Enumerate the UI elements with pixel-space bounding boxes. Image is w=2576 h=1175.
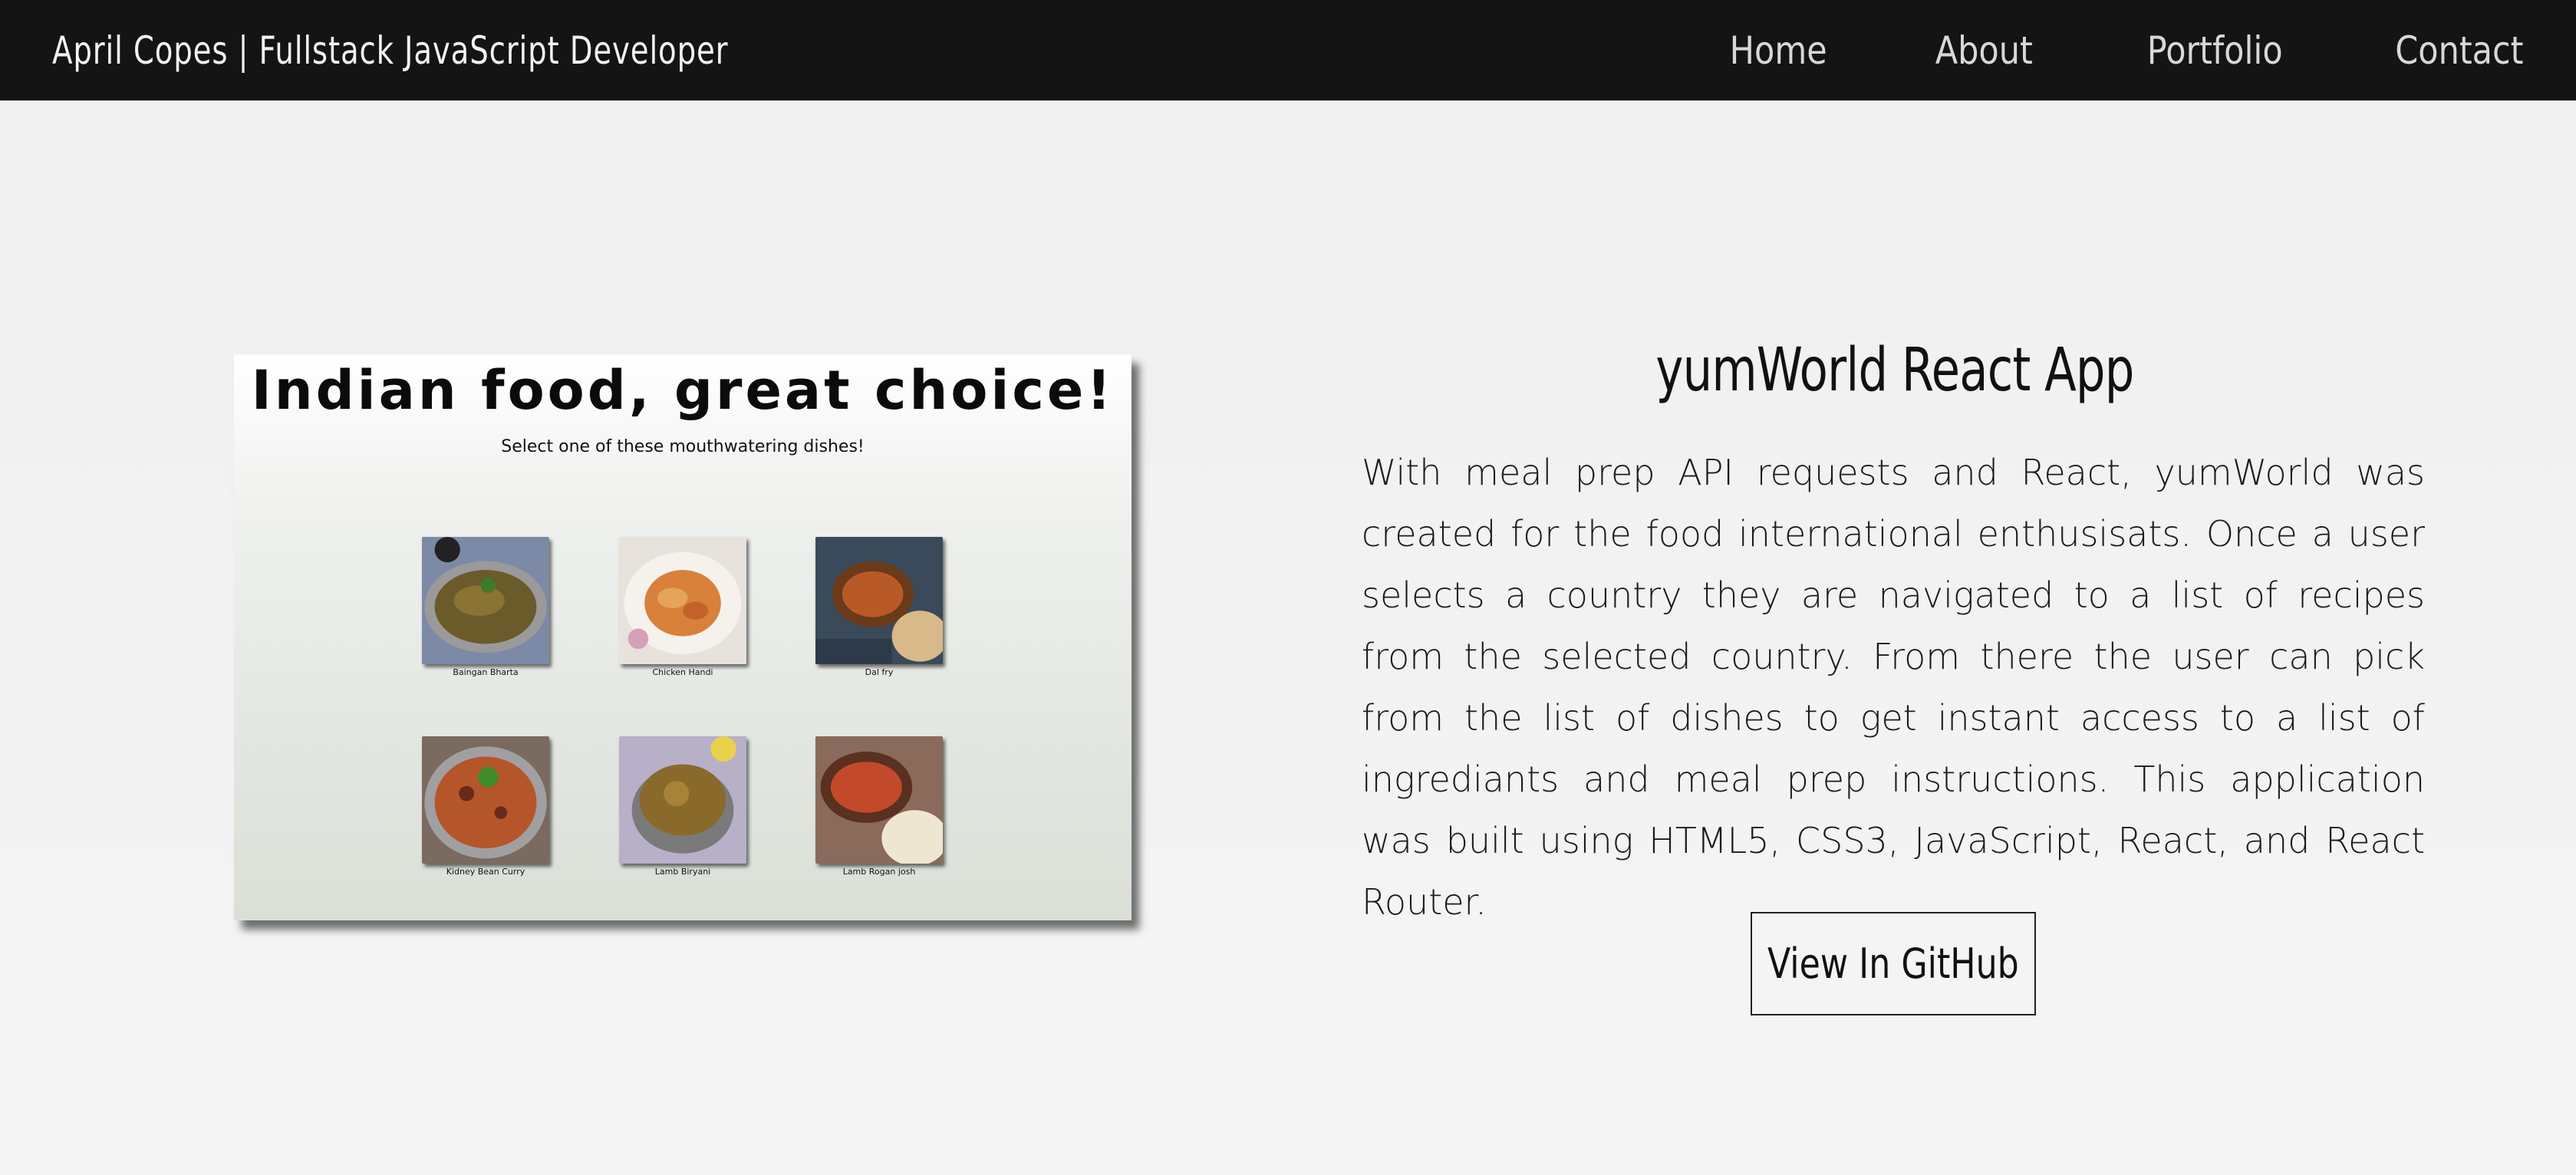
dish-name: Dal fry	[865, 667, 894, 677]
dish-name: Lamb Biryani	[654, 867, 711, 877]
preview-subheading: Select one of these mouthwatering dishes…	[501, 437, 865, 456]
dish-name: Lamb Rogan josh	[842, 867, 916, 877]
project-preview-image: Indian food, great choice! Select one of…	[234, 354, 1132, 920]
view-github-button-label: View In GitHub	[1767, 940, 2019, 988]
project-title: yumWorld React App	[1655, 336, 2134, 405]
nav-links: Home About Portfolio Contact	[1622, 28, 2524, 73]
nav-link-about[interactable]: About	[1935, 28, 2033, 73]
nav-link-contact[interactable]: Contact	[2396, 28, 2524, 73]
dish-name: Chicken Handi	[652, 667, 713, 677]
dish-photo	[422, 736, 549, 864]
top-navbar: April Copes | Fullstack JavaScript Devel…	[0, 0, 2576, 100]
nav-link-home[interactable]: Home	[1730, 28, 1827, 73]
dish-card: Dal fry	[815, 537, 943, 677]
dish-name: Kidney Bean Curry	[446, 867, 525, 877]
dish-photo	[619, 736, 746, 864]
dish-photo	[619, 537, 746, 664]
dish-card: Kidney Bean Curry	[422, 736, 549, 877]
site-brand[interactable]: April Copes | Fullstack JavaScript Devel…	[52, 28, 728, 73]
dish-photo	[815, 736, 943, 864]
project-description: With meal prep API requests and React, y…	[1362, 452, 2425, 923]
dish-card: Chicken Handi	[619, 537, 746, 677]
dish-card: Lamb Biryani	[619, 736, 746, 877]
dish-photo	[422, 537, 549, 664]
dish-photo	[815, 537, 943, 664]
dish-name: Baingan Bharta	[453, 667, 519, 677]
nav-link-portfolio[interactable]: Portfolio	[2147, 28, 2283, 73]
preview-heading: Indian food, great choice!	[251, 359, 1115, 422]
dish-card: Lamb Rogan josh	[815, 736, 943, 877]
dish-card: Baingan Bharta	[422, 537, 549, 677]
view-github-button[interactable]: View In GitHub	[1751, 912, 2036, 1015]
